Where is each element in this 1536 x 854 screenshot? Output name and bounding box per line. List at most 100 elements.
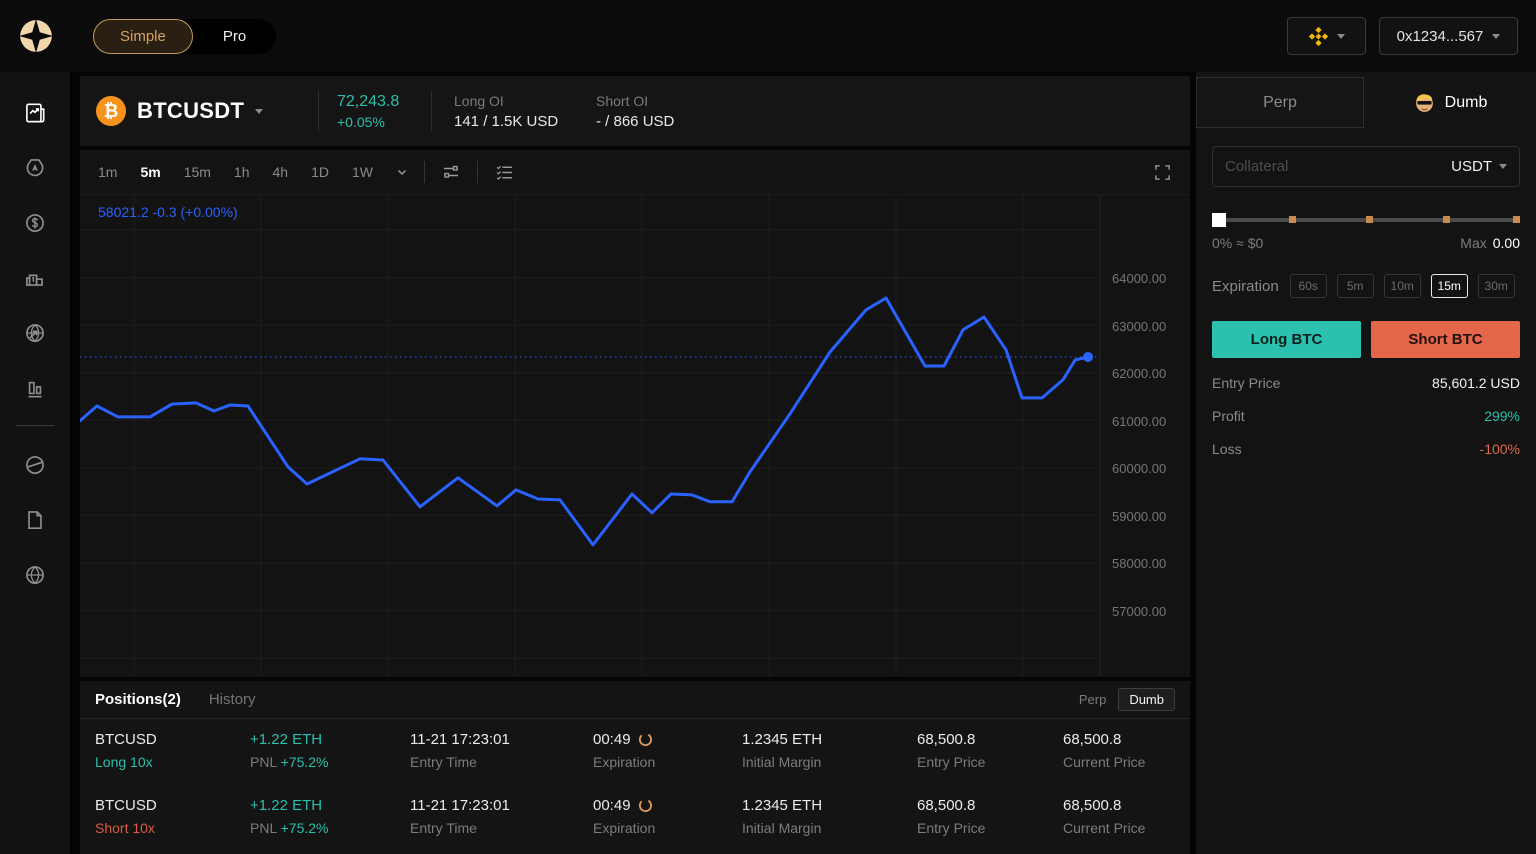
pnl-percent: PNL +75.2% xyxy=(250,820,410,836)
sidebar xyxy=(0,72,72,854)
position-row: BTCUSD Short 10x +1.22 ETH PNL +75.2% 11… xyxy=(80,785,1190,851)
symbol-selector[interactable]: ₿ BTCUSDT xyxy=(80,96,318,126)
pnl-label: PNL xyxy=(250,754,277,770)
max-label: Max xyxy=(1460,235,1487,251)
divider xyxy=(423,161,425,183)
short-oi-block: Short OI - / 866 USD xyxy=(596,93,716,130)
tab-positions[interactable]: Positions(2) xyxy=(95,691,181,708)
countdown-spinner-icon xyxy=(638,798,652,813)
globe-icon xyxy=(26,565,44,584)
cell-expiration: 00:49 Expiration xyxy=(593,731,742,785)
price-line-chart xyxy=(80,195,1101,676)
slider-tick-100[interactable] xyxy=(1513,216,1520,223)
pnl-eth: +1.22 ETH xyxy=(250,797,323,814)
sidebar-item-dollar[interactable] xyxy=(0,195,71,250)
chevron-down-icon xyxy=(255,108,264,114)
trade-panel-tabs: Perp Dumb xyxy=(1196,72,1536,128)
sidebar-item-stats[interactable] xyxy=(0,360,71,415)
countdown-spinner-icon xyxy=(638,732,652,747)
tab-dumb[interactable]: Dumb xyxy=(1364,77,1536,128)
long-btc-button[interactable]: Long BTC xyxy=(1212,321,1361,358)
fullscreen-button[interactable] xyxy=(1153,163,1172,182)
filter-dumb-button[interactable]: Dumb xyxy=(1118,688,1175,711)
y-axis-tick: 60000.00 xyxy=(1112,461,1167,477)
slider-handle[interactable] xyxy=(1212,213,1226,227)
long-oi-block: Long OI 141 / 1.5K USD xyxy=(454,93,574,130)
expiration-60s-button[interactable]: 60s xyxy=(1289,274,1327,298)
expiration-5m-button[interactable]: 5m xyxy=(1336,274,1374,298)
timeframe-1W[interactable]: 1W xyxy=(352,164,373,180)
slider-labels: 0% ≈ $0 Max 0.00 xyxy=(1212,235,1520,251)
timeframe-15m[interactable]: 15m xyxy=(184,164,211,180)
long-oi-label: Long OI xyxy=(454,92,504,109)
timeframe-1m[interactable]: 1m xyxy=(98,164,117,180)
position-side: Long 10x xyxy=(95,754,153,770)
divider xyxy=(431,91,432,131)
tab-dumb-label: Dumb xyxy=(1444,93,1488,111)
expiration-15m-button[interactable]: 15m xyxy=(1430,274,1468,298)
wallet-address-button[interactable]: 0x1234...567 xyxy=(1379,17,1518,55)
timeframe-5m[interactable]: 5m xyxy=(140,164,160,180)
bar-stats-icon xyxy=(28,381,42,397)
y-axis-tick: 58000.00 xyxy=(1112,556,1167,572)
mode-pro-button[interactable]: Pro xyxy=(193,19,276,54)
y-axis-tick: 63000.00 xyxy=(1112,318,1167,334)
tab-perp[interactable]: Perp xyxy=(1196,77,1364,128)
pnl-label: PNL xyxy=(250,820,277,836)
chevron-down-icon xyxy=(1499,164,1507,169)
timeframe-1h[interactable]: 1h xyxy=(234,164,250,180)
sidebar-item-bridge[interactable] xyxy=(0,305,71,360)
asset-label: USDT xyxy=(1451,158,1492,175)
collateral-asset-select[interactable]: USDT xyxy=(1451,158,1507,175)
sidebar-item-trade[interactable] xyxy=(0,85,71,140)
cell-current-price: 68,500.8 Current Price xyxy=(1063,731,1190,785)
entry-time-label: Entry Time xyxy=(410,820,477,836)
short-btc-button[interactable]: Short BTC xyxy=(1371,321,1520,358)
mode-simple-button[interactable]: Simple xyxy=(93,19,193,54)
sidebar-item-docs[interactable] xyxy=(0,492,71,547)
chain-selector[interactable] xyxy=(1287,17,1366,55)
collateral-input[interactable] xyxy=(1225,158,1452,175)
slider-tick-75[interactable] xyxy=(1443,216,1450,223)
cell-current-price: 68,500.8 Current Price xyxy=(1063,797,1190,851)
mode-toggle: Simple Pro xyxy=(93,19,277,54)
checklist-icon xyxy=(496,165,512,180)
entry-price-value: 68,500.8 xyxy=(917,731,976,748)
entry-price-label: Entry Price xyxy=(917,820,986,836)
order-list-button[interactable] xyxy=(494,162,515,183)
entry-price-label: Entry Price xyxy=(1212,375,1281,391)
more-timeframes-button[interactable] xyxy=(396,166,408,178)
timeframe-4h[interactable]: 4h xyxy=(273,164,289,180)
timeframe-1D[interactable]: 1D xyxy=(311,164,329,180)
cell-symbol: BTCUSD Long 10x xyxy=(95,731,250,785)
expiration-row: Expiration 60s 5m 10m 15m 30m xyxy=(1212,274,1520,298)
expiration-30m-button[interactable]: 30m xyxy=(1477,274,1515,298)
slider-percent-label: 0% ≈ $0 xyxy=(1212,235,1264,251)
filter-perp-button[interactable]: Perp xyxy=(1079,692,1106,707)
cell-entry-time: 11-21 17:23:01 Entry Time xyxy=(410,797,593,851)
cell-pnl: +1.22 ETH PNL +75.2% xyxy=(250,731,410,785)
pinwheel-logo-icon xyxy=(19,19,53,53)
slider-tick-25[interactable] xyxy=(1289,216,1296,223)
sidebar-item-earn[interactable] xyxy=(0,140,71,195)
loss-row: Loss -100% xyxy=(1212,441,1520,457)
symbol-header: ₿ BTCUSDT 72,243.8 +0.05% Long OI 141 / … xyxy=(80,76,1190,146)
indicators-button[interactable] xyxy=(441,162,461,182)
btc-icon: ₿ xyxy=(96,96,126,126)
chart-canvas[interactable]: 58021.2 -0.3 (+0.00%) 64000.00 63000.00 62… xyxy=(80,195,1190,676)
sliders-icon xyxy=(443,165,458,178)
sidebar-item-language[interactable] xyxy=(0,547,71,602)
profit-label: Profit xyxy=(1212,408,1245,424)
cell-entry-price: 68,500.8 Entry Price xyxy=(917,797,1063,851)
sidebar-item-leaderboard[interactable] xyxy=(0,250,71,305)
expiration-10m-button[interactable]: 10m xyxy=(1383,274,1421,298)
slider-tick-50[interactable] xyxy=(1366,216,1373,223)
sidebar-item-analytics[interactable] xyxy=(0,437,71,492)
symbol-name: BTCUSDT xyxy=(137,98,245,123)
app-logo[interactable] xyxy=(0,0,72,72)
y-axis-tick: 59000.00 xyxy=(1112,508,1167,524)
tab-history[interactable]: History xyxy=(209,691,256,708)
cell-initial-margin: 1.2345 ETH Initial Margin xyxy=(742,797,917,851)
current-price-label: Current Price xyxy=(1063,820,1146,836)
expiration-value: 00:49 xyxy=(593,731,631,748)
